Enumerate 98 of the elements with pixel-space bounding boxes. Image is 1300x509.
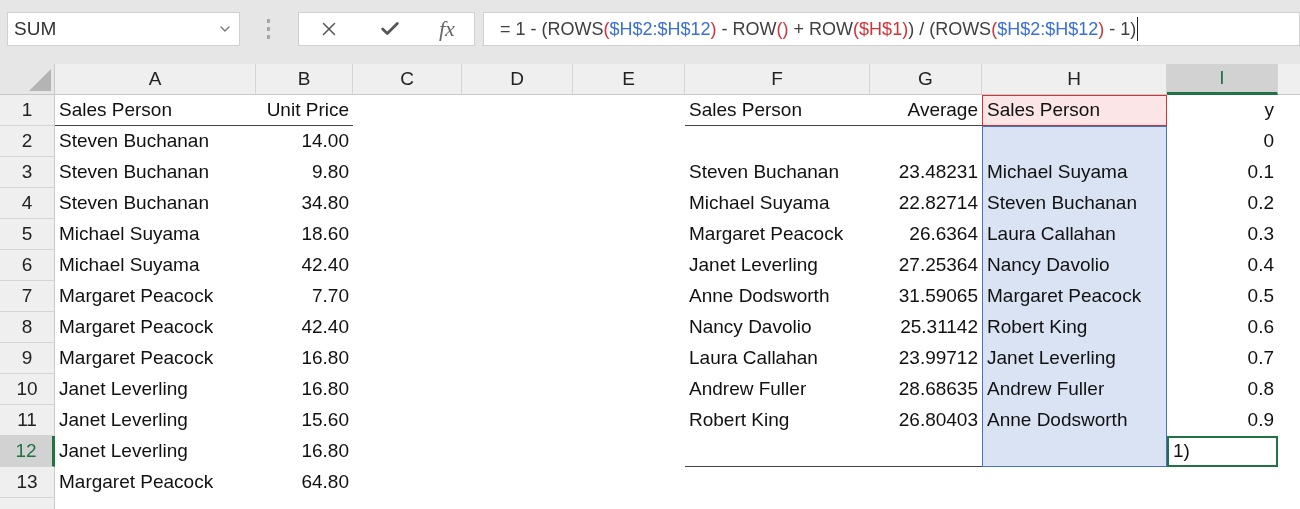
column-header[interactable]: B <box>256 64 353 95</box>
referenced-cell[interactable]: Michael Suyama <box>982 157 1167 188</box>
table-cell[interactable]: 16.80 <box>256 374 353 405</box>
table-cell[interactable]: 23.48231 <box>870 157 982 188</box>
referenced-cell[interactable]: Anne Dodsworth <box>982 405 1167 436</box>
referenced-cell[interactable]: Margaret Peacock <box>982 281 1167 312</box>
name-box[interactable]: SUM <box>7 12 240 46</box>
table-cell[interactable]: Steven Buchanan <box>55 157 256 188</box>
column-header[interactable]: H <box>982 64 1167 95</box>
table-cell[interactable]: 0.7 <box>1167 343 1278 374</box>
row-header[interactable]: 6 <box>0 250 55 281</box>
table-cell[interactable]: Margaret Peacock <box>55 343 256 374</box>
table-cell[interactable]: 16.80 <box>256 343 353 374</box>
table-cell[interactable]: 7.70 <box>256 281 353 312</box>
referenced-cell[interactable]: Robert King <box>982 312 1167 343</box>
table-cell[interactable]: 9.80 <box>256 157 353 188</box>
table-cell[interactable]: 0.9 <box>1167 405 1278 436</box>
table-cell[interactable]: 64.80 <box>256 467 353 498</box>
active-cell[interactable]: 1) <box>1167 436 1278 467</box>
row-header[interactable]: 3 <box>0 157 55 188</box>
table-cell[interactable]: 23.99712 <box>870 343 982 374</box>
table-cell[interactable]: Margaret Peacock <box>685 219 870 250</box>
table-cell[interactable]: 27.25364 <box>870 250 982 281</box>
table-cell[interactable]: Andrew Fuller <box>685 374 870 405</box>
table-cell[interactable]: 0.2 <box>1167 188 1278 219</box>
table-cell[interactable]: 31.59065 <box>870 281 982 312</box>
underlined-cell[interactable]: Sales Person <box>685 95 870 126</box>
referenced-cell[interactable] <box>982 126 1167 157</box>
row-header[interactable]: 5 <box>0 219 55 250</box>
row-header[interactable]: 12 <box>0 436 55 467</box>
row-header[interactable]: 11 <box>0 405 55 436</box>
table-cell[interactable]: Anne Dodsworth <box>685 281 870 312</box>
table-cell[interactable]: 25.31142 <box>870 312 982 343</box>
column-header[interactable]: G <box>870 64 982 95</box>
table-cell[interactable]: 0.8 <box>1167 374 1278 405</box>
table-cell[interactable]: Nancy Davolio <box>685 312 870 343</box>
table-cell[interactable]: 14.00 <box>256 126 353 157</box>
row-header[interactable]: 2 <box>0 126 55 157</box>
column-header[interactable]: I <box>1167 64 1278 95</box>
table-cell[interactable]: 42.40 <box>256 312 353 343</box>
table-cell[interactable]: Steven Buchanan <box>55 188 256 219</box>
referenced-cell[interactable]: Andrew Fuller <box>982 374 1167 405</box>
column-header[interactable]: D <box>462 64 573 95</box>
table-cell[interactable]: 16.80 <box>256 436 353 467</box>
name-box-text: SUM <box>14 16 57 41</box>
text-cursor <box>1137 17 1139 41</box>
referenced-cell[interactable]: Laura Callahan <box>982 219 1167 250</box>
table-cell[interactable]: Steven Buchanan <box>685 157 870 188</box>
table-cell[interactable]: 0.5 <box>1167 281 1278 312</box>
row-header[interactable]: 4 <box>0 188 55 219</box>
column-header[interactable]: E <box>573 64 685 95</box>
table-cell[interactable]: 0.6 <box>1167 312 1278 343</box>
table-cell[interactable]: Michael Suyama <box>55 250 256 281</box>
insert-function-button[interactable]: fx <box>438 18 455 40</box>
table-cell[interactable]: Laura Callahan <box>685 343 870 374</box>
table-cell[interactable]: Michael Suyama <box>55 219 256 250</box>
column-header[interactable]: C <box>353 64 462 95</box>
referenced-cell[interactable] <box>982 436 1167 467</box>
row-header[interactable]: 7 <box>0 281 55 312</box>
row-header[interactable]: 9 <box>0 343 55 374</box>
table-cell[interactable]: 15.60 <box>256 405 353 436</box>
row-header[interactable]: 1 <box>0 95 55 126</box>
column-header[interactable]: F <box>685 64 870 95</box>
formula-field[interactable]: = 1 - (ROWS($H$2:$H$12) - ROW() + ROW($H$1)) / (ROWS($H$2:$H$12) - 1) <box>483 12 1300 46</box>
table-cell[interactable]: Margaret Peacock <box>55 281 256 312</box>
table-cell[interactable]: Michael Suyama <box>685 188 870 219</box>
table-cell[interactable]: Janet Leverling <box>55 436 256 467</box>
column-header[interactable]: A <box>55 64 256 95</box>
table-cell[interactable]: y <box>1167 95 1278 126</box>
table-cell[interactable]: 42.40 <box>256 250 353 281</box>
referenced-cell[interactable]: Sales Person <box>982 95 1167 126</box>
table-cell[interactable]: 22.82714 <box>870 188 982 219</box>
table-cell[interactable]: Steven Buchanan <box>55 126 256 157</box>
drag-handle-icon[interactable] <box>266 18 272 40</box>
table-cell[interactable]: 26.80403 <box>870 405 982 436</box>
table-cell[interactable]: 0 <box>1167 126 1278 157</box>
referenced-cell[interactable]: Steven Buchanan <box>982 188 1167 219</box>
referenced-cell[interactable]: Nancy Davolio <box>982 250 1167 281</box>
table-cell[interactable]: Margaret Peacock <box>55 467 256 498</box>
table-cell[interactable]: Janet Leverling <box>55 374 256 405</box>
table-cell[interactable]: 34.80 <box>256 188 353 219</box>
underlined-cell[interactable]: Unit Price <box>256 95 353 126</box>
table-cell[interactable]: 0.3 <box>1167 219 1278 250</box>
referenced-cell[interactable]: Janet Leverling <box>982 343 1167 374</box>
table-cell[interactable]: 0.1 <box>1167 157 1278 188</box>
row-header[interactable]: 10 <box>0 374 55 405</box>
table-cell[interactable]: 28.68635 <box>870 374 982 405</box>
row-header[interactable]: 8 <box>0 312 55 343</box>
table-cell[interactable]: 26.6364 <box>870 219 982 250</box>
table-cell[interactable]: Robert King <box>685 405 870 436</box>
table-cell[interactable]: 0.4 <box>1167 250 1278 281</box>
row-header[interactable]: 13 <box>0 467 55 498</box>
select-all-triangle-icon <box>29 69 51 91</box>
table-cell[interactable]: Janet Leverling <box>55 405 256 436</box>
table-cell[interactable]: 18.60 <box>256 219 353 250</box>
table-cell[interactable]: Janet Leverling <box>685 250 870 281</box>
table-cell[interactable]: Margaret Peacock <box>55 312 256 343</box>
underlined-cell[interactable]: Sales Person <box>55 95 256 126</box>
